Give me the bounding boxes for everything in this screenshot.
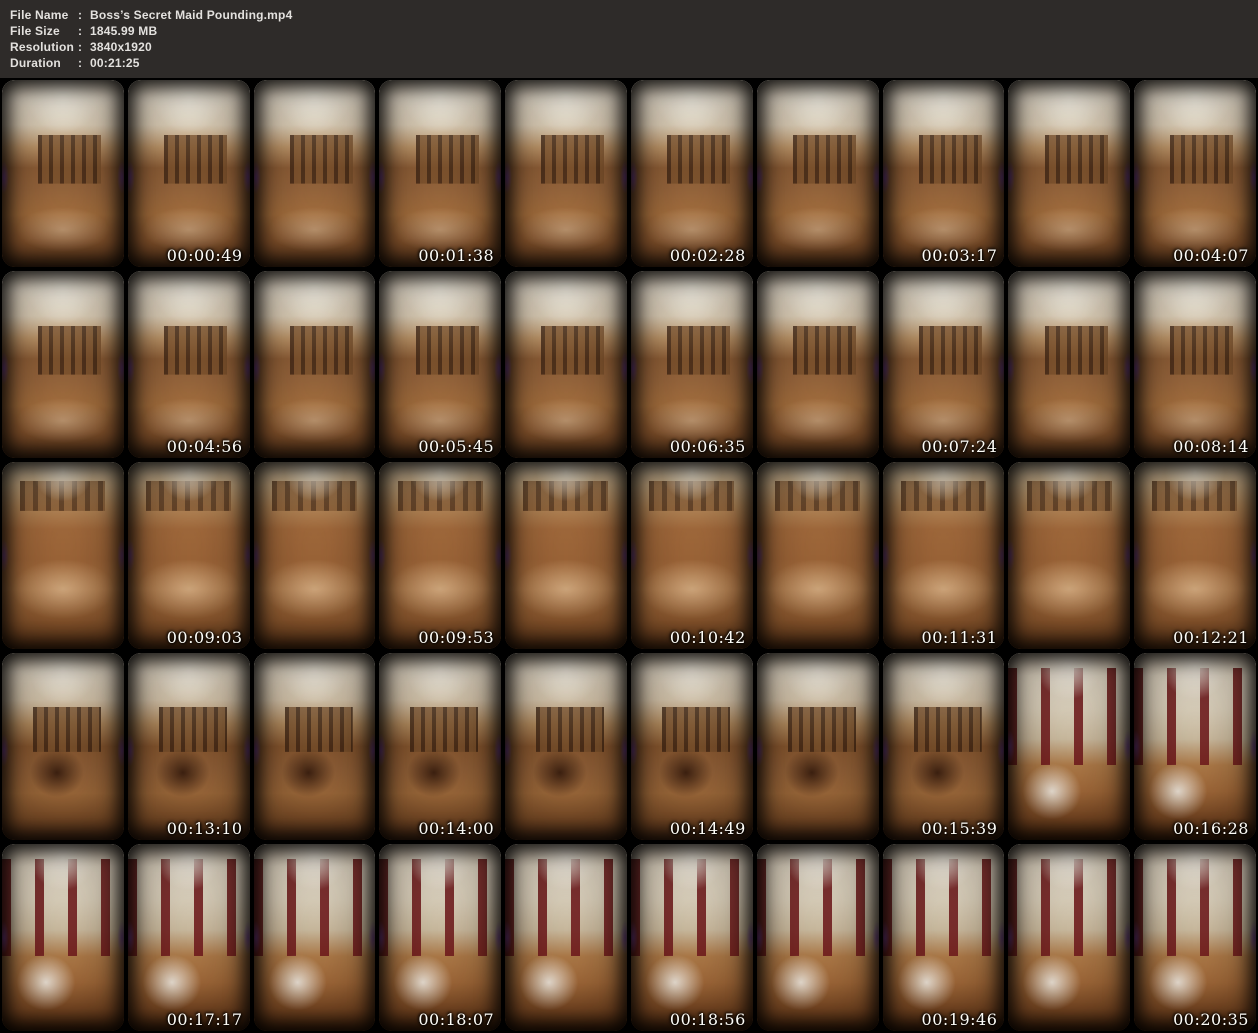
video-thumbnail [254, 844, 376, 1031]
video-thumbnail [1008, 462, 1130, 649]
timestamp-label: 00:09:03 [167, 628, 243, 647]
timestamp-label: 00:12:21 [1173, 628, 1249, 647]
video-thumbnail [505, 271, 627, 458]
video-thumbnail [1008, 80, 1130, 267]
timestamp-label: 00:03:17 [922, 246, 998, 265]
file-name-label: File Name [10, 8, 78, 22]
video-thumbnail [254, 653, 376, 840]
video-thumbnail: 00:18:56 [631, 844, 753, 1031]
video-thumbnail: 00:00:49 [128, 80, 250, 267]
video-thumbnail: 00:12:21 [1134, 462, 1256, 649]
timestamp-label: 00:07:24 [922, 437, 998, 456]
video-thumbnail [1008, 844, 1130, 1031]
video-thumbnail: 00:02:28 [631, 80, 753, 267]
timestamp-label: 00:06:35 [670, 437, 746, 456]
video-thumbnail [2, 653, 124, 840]
file-size-value: 1845.99 MB [90, 24, 157, 38]
timestamp-label: 00:14:49 [670, 819, 746, 838]
timestamp-label: 00:08:14 [1173, 437, 1249, 456]
video-thumbnail: 00:13:10 [128, 653, 250, 840]
timestamp-label: 00:09:53 [418, 628, 494, 647]
video-thumbnail [254, 271, 376, 458]
timestamp-label: 00:10:42 [670, 628, 746, 647]
video-thumbnail [2, 271, 124, 458]
resolution-value: 3840x1920 [90, 40, 152, 54]
video-thumbnail: 00:09:53 [379, 462, 501, 649]
video-thumbnail [757, 80, 879, 267]
video-thumbnail: 00:14:00 [379, 653, 501, 840]
video-thumbnail: 00:15:39 [883, 653, 1005, 840]
video-thumbnail [757, 462, 879, 649]
timestamp-label: 00:02:28 [670, 246, 746, 265]
video-thumbnail: 00:17:17 [128, 844, 250, 1031]
video-thumbnail: 00:07:24 [883, 271, 1005, 458]
video-thumbnail: 00:10:42 [631, 462, 753, 649]
video-thumbnail [2, 462, 124, 649]
video-thumbnail: 00:16:28 [1134, 653, 1256, 840]
file-size-row: File Size : 1845.99 MB [10, 23, 1258, 39]
timestamp-label: 00:04:07 [1173, 246, 1249, 265]
video-thumbnail: 00:05:45 [379, 271, 501, 458]
video-thumbnail [757, 844, 879, 1031]
video-thumbnail [505, 462, 627, 649]
timestamp-label: 00:15:39 [922, 819, 998, 838]
duration-value: 00:21:25 [90, 56, 140, 70]
video-thumbnail [2, 844, 124, 1031]
video-thumbnail [254, 462, 376, 649]
duration-label: Duration [10, 56, 78, 70]
timestamp-label: 00:01:38 [418, 246, 494, 265]
file-size-label: File Size [10, 24, 78, 38]
timestamp-label: 00:16:28 [1173, 819, 1249, 838]
meta-separator: : [78, 40, 90, 54]
thumbnail-row: 00:09:03 00:09:53 00:10:42 00:11:31 00:12:21 [0, 460, 1258, 651]
thumbnail-row: 00:17:17 00:18:07 00:18:56 00:19:46 00:20:35 [0, 842, 1258, 1033]
video-thumbnail: 00:08:14 [1134, 271, 1256, 458]
duration-row: Duration : 00:21:25 [10, 55, 1258, 71]
video-thumbnail [2, 80, 124, 267]
video-thumbnail: 00:18:07 [379, 844, 501, 1031]
contact-sheet: File Name : Boss’s Secret Maid Pounding.… [0, 0, 1258, 1033]
video-thumbnail [1008, 653, 1130, 840]
video-thumbnail [505, 653, 627, 840]
video-thumbnail: 00:20:35 [1134, 844, 1256, 1031]
video-thumbnail [757, 271, 879, 458]
timestamp-label: 00:17:17 [167, 1010, 243, 1029]
timestamp-label: 00:14:00 [418, 819, 494, 838]
timestamp-label: 00:11:31 [922, 628, 998, 647]
resolution-label: Resolution [10, 40, 78, 54]
timestamp-label: 00:20:35 [1173, 1010, 1249, 1029]
video-thumbnail [254, 80, 376, 267]
file-name-row: File Name : Boss’s Secret Maid Pounding.… [10, 7, 1258, 23]
thumbnail-grid: 00:00:49 00:01:38 00:02:28 00:03:17 00:04:07… [0, 78, 1258, 1033]
timestamp-label: 00:13:10 [167, 819, 243, 838]
video-thumbnail: 00:11:31 [883, 462, 1005, 649]
video-thumbnail [505, 844, 627, 1031]
timestamp-label: 00:05:45 [418, 437, 494, 456]
video-thumbnail [505, 80, 627, 267]
video-thumbnail: 00:19:46 [883, 844, 1005, 1031]
timestamp-label: 00:18:56 [670, 1010, 746, 1029]
video-thumbnail [1008, 271, 1130, 458]
timestamp-label: 00:00:49 [167, 246, 243, 265]
video-thumbnail: 00:06:35 [631, 271, 753, 458]
meta-separator: : [78, 8, 90, 22]
meta-separator: : [78, 24, 90, 38]
timestamp-label: 00:19:46 [922, 1010, 998, 1029]
thumbnail-row: 00:00:49 00:01:38 00:02:28 00:03:17 00:04:07 [0, 78, 1258, 269]
timestamp-label: 00:04:56 [167, 437, 243, 456]
thumbnail-row: 00:04:56 00:05:45 00:06:35 00:07:24 00:08:14 [0, 269, 1258, 460]
video-thumbnail: 00:04:07 [1134, 80, 1256, 267]
thumbnail-row: 00:13:10 00:14:00 00:14:49 00:15:39 00:16:28 [0, 651, 1258, 842]
meta-separator: : [78, 56, 90, 70]
video-thumbnail: 00:01:38 [379, 80, 501, 267]
video-thumbnail: 00:09:03 [128, 462, 250, 649]
timestamp-label: 00:18:07 [418, 1010, 494, 1029]
video-thumbnail: 00:04:56 [128, 271, 250, 458]
video-thumbnail [757, 653, 879, 840]
file-name-value: Boss’s Secret Maid Pounding.mp4 [90, 8, 292, 22]
resolution-row: Resolution : 3840x1920 [10, 39, 1258, 55]
video-thumbnail: 00:03:17 [883, 80, 1005, 267]
video-thumbnail: 00:14:49 [631, 653, 753, 840]
file-info-header: File Name : Boss’s Secret Maid Pounding.… [0, 0, 1258, 78]
